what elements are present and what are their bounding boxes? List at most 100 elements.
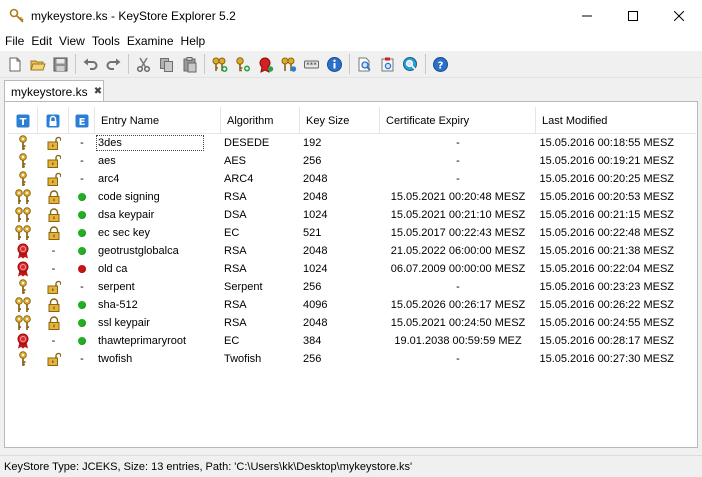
menu-file[interactable]: File xyxy=(2,34,27,48)
tab-close-icon[interactable]: ✖ xyxy=(94,86,102,97)
header-key-size[interactable]: Key Size xyxy=(300,107,380,134)
table-row[interactable]: code signing RSA 2048 15.05.2021 00:20:48 M… xyxy=(8,188,696,206)
entry-name: dsa keypair xyxy=(98,209,155,221)
table-row[interactable]: - old ca RSA 1024 06.07.2009 00:00:00 MESZ 15… xyxy=(8,260,696,278)
menu-view[interactable]: View xyxy=(56,34,88,48)
import-trusted-cert-button[interactable] xyxy=(254,53,276,75)
entry-name-cell: serpent xyxy=(95,278,221,296)
menu-help[interactable]: Help xyxy=(178,34,209,48)
certificate-expiry-cell: - xyxy=(456,173,460,185)
minimize-button[interactable] xyxy=(564,0,610,31)
copy-button[interactable] xyxy=(155,53,177,75)
certificate-expiry-cell: - xyxy=(456,137,460,149)
certificate-expiry-cell: - xyxy=(456,281,460,293)
header-type[interactable]: T xyxy=(8,107,38,134)
entry-type-cell xyxy=(8,314,38,332)
locked-icon xyxy=(48,190,59,204)
table-header: T E Entry Name Algorithm Key Size Certif… xyxy=(8,107,696,134)
table-row[interactable]: sha-512 RSA 4096 15.05.2026 00:26:17 MESZ 15… xyxy=(8,296,696,314)
entry-name: aes xyxy=(98,155,116,167)
entry-type-cell xyxy=(8,296,38,314)
header-algorithm[interactable]: Algorithm xyxy=(221,107,300,134)
entry-type-cell xyxy=(8,152,38,170)
examine-clipboard-button[interactable] xyxy=(376,53,398,75)
locked-icon xyxy=(48,208,59,222)
key-pair-icon xyxy=(15,189,31,204)
status-valid-icon xyxy=(78,193,86,201)
paste-button[interactable] xyxy=(178,53,200,75)
save-button[interactable] xyxy=(49,53,71,75)
type-header-icon: T xyxy=(16,114,29,128)
table-row[interactable]: - thawteprimaryroot EC 384 19.01.2038 00:59:… xyxy=(8,332,696,350)
examine-file-button[interactable] xyxy=(353,53,375,75)
algorithm-cell: RSA xyxy=(224,191,247,203)
import-keypair-button[interactable] xyxy=(277,53,299,75)
redo-button[interactable] xyxy=(102,53,124,75)
header-last-modified[interactable]: Last Modified xyxy=(536,107,692,134)
table-row[interactable]: ssl keypair RSA 2048 15.05.2021 00:24:50 ME… xyxy=(8,314,696,332)
secret-key-icon xyxy=(19,279,27,294)
table-row[interactable]: - aes AES 256 - 15.05.2016 00:19:21 MESZ xyxy=(8,152,696,170)
entry-lock-cell xyxy=(38,134,69,152)
entry-name: code signing xyxy=(98,191,160,203)
undo-button[interactable] xyxy=(79,53,101,75)
entry-type-cell xyxy=(8,260,38,278)
table-row[interactable]: - arc4 ARC4 2048 - 15.05.2016 00:20:25 MESZ xyxy=(8,170,696,188)
help-button[interactable]: ? xyxy=(429,53,451,75)
algorithm-cell: RSA xyxy=(224,317,247,329)
toolbar-separator xyxy=(204,54,205,74)
menu-examine[interactable]: Examine xyxy=(124,34,177,48)
entry-name: arc4 xyxy=(98,173,120,185)
properties-button[interactable] xyxy=(323,53,345,75)
menu-edit[interactable]: Edit xyxy=(28,34,55,48)
expiry-header-icon: E xyxy=(75,114,88,128)
entry-name-cell: twofish xyxy=(95,350,221,368)
table-row[interactable]: dsa keypair DSA 1024 15.05.2021 00:21:10 ME… xyxy=(8,206,696,224)
header-entry-name[interactable]: Entry Name xyxy=(95,107,221,134)
header-lock[interactable] xyxy=(38,107,69,134)
tab-mykeystore[interactable]: mykeystore.ks ✖ xyxy=(4,80,104,102)
open-button[interactable] xyxy=(26,53,48,75)
secret-key-icon xyxy=(19,171,27,186)
algorithm-cell: EC xyxy=(224,335,240,347)
generate-secret-key-button[interactable] xyxy=(231,53,253,75)
maximize-button[interactable] xyxy=(610,0,656,31)
secret-key-icon xyxy=(19,153,27,168)
cut-button[interactable] xyxy=(132,53,154,75)
redo-icon xyxy=(106,58,120,70)
set-password-icon: *** xyxy=(303,60,319,69)
help-icon: ? xyxy=(432,56,448,72)
locked-icon xyxy=(48,226,59,240)
header-expiry[interactable]: E xyxy=(69,107,95,134)
examine-ssl-button[interactable] xyxy=(399,53,421,75)
table-row[interactable]: - geotrustglobalca RSA 2048 21.05.2022 06:00… xyxy=(8,242,696,260)
new-button[interactable] xyxy=(3,53,25,75)
status-valid-icon xyxy=(78,247,86,255)
header-certificate-expiry[interactable]: Certificate Expiry xyxy=(380,107,536,134)
svg-text:***: *** xyxy=(306,61,317,69)
table-row[interactable]: - twofish Twofish 256 - 15.05.2016 00:27:30 M… xyxy=(8,350,696,368)
close-window-button[interactable] xyxy=(656,0,702,31)
entry-type-cell xyxy=(8,332,38,350)
generate-keypair-button[interactable] xyxy=(208,53,230,75)
key-size-cell: 2048 xyxy=(303,317,328,329)
table-row[interactable]: ec sec key EC 521 15.05.2017 00:22:43 MESZ 1… xyxy=(8,224,696,242)
last-modified-cell: 15.05.2016 00:27:30 MESZ xyxy=(539,353,674,365)
entry-status-cell xyxy=(69,260,95,278)
set-password-button[interactable]: *** xyxy=(300,53,322,75)
certificate-expiry-cell: 15.05.2026 00:26:17 MESZ xyxy=(390,299,526,311)
keystore-table-panel: T E Entry Name Algorithm Key Size Certif… xyxy=(4,101,698,448)
tab-strip: mykeystore.ks ✖ xyxy=(0,78,702,102)
table-row[interactable]: -3des DESEDE 192-15.05.2016 00:18:55 MESZ xyxy=(8,134,696,152)
certificate-expiry-cell: - xyxy=(456,353,460,365)
algorithm-cell: Twofish xyxy=(224,353,262,365)
table-row[interactable]: - serpent Serpent 256 - 15.05.2016 00:23:23 M… xyxy=(8,278,696,296)
menu-tools[interactable]: Tools xyxy=(89,34,123,48)
lock-header-icon xyxy=(46,114,60,127)
entry-name-cell: code signing xyxy=(95,188,221,206)
entry-status-cell xyxy=(69,296,95,314)
entry-name-cell: dsa keypair xyxy=(95,206,221,224)
last-modified-cell: 15.05.2016 00:22:04 MESZ xyxy=(539,263,674,275)
properties-icon xyxy=(326,56,342,72)
toolbar-separator xyxy=(75,54,76,74)
